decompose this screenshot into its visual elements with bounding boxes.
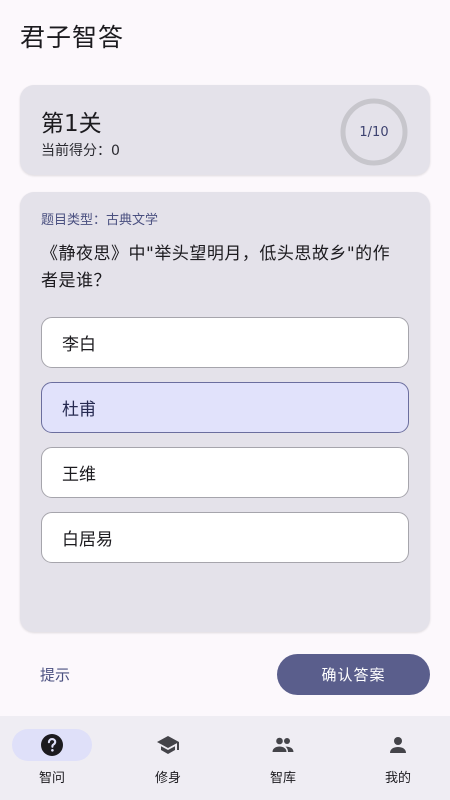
question-text: 《静夜思》中"举头望明月，低头思故乡"的作者是谁？ (41, 244, 391, 291)
person-icon (390, 737, 406, 753)
bottom-nav: 智问 修身 智库 我的 (0, 716, 450, 800)
progress-ring: 1/10 (340, 98, 408, 166)
confirm-answer-button[interactable]: 确认答案 (277, 654, 430, 695)
question-type-value: 古典文学 (106, 213, 159, 228)
nav-item-wode[interactable]: 我的 (342, 716, 450, 800)
question-type-label: 题目类型： (41, 213, 107, 228)
app-title: 君子智答 (20, 23, 125, 52)
nav-label: 修身 (154, 771, 181, 786)
hint-button[interactable]: 提示 (40, 664, 70, 685)
nav-label: 智问 (38, 771, 65, 786)
nav-label: 我的 (384, 771, 411, 786)
level-title: 第1关 (41, 111, 102, 137)
question-type: 题目类型：古典文学 (41, 209, 158, 228)
graduation-cap-icon (157, 736, 179, 754)
option-li-bai[interactable]: 李白 (41, 317, 409, 368)
option-label: 王维 (62, 465, 96, 485)
nav-item-zhiwen[interactable]: 智问 (0, 716, 108, 800)
people-icon (272, 737, 294, 752)
option-wang-wei[interactable]: 王维 (41, 447, 409, 498)
nav-item-xiushen[interactable]: 修身 (112, 716, 224, 800)
option-label: 白居易 (62, 530, 113, 550)
score-label: 当前得分： (41, 143, 111, 159)
nav-item-zhiku[interactable]: 智库 (227, 716, 339, 800)
option-label: 李白 (62, 335, 96, 355)
nav-label: 智库 (269, 771, 296, 786)
help-circle-icon (41, 734, 63, 756)
question-card: 题目类型：古典文学 《静夜思》中"举头望明月，低头思故乡"的作者是谁？ 李白 杜… (20, 192, 430, 632)
option-du-fu[interactable]: 杜甫 (41, 382, 409, 433)
level-card: 第1关 当前得分：0 1/10 (20, 85, 430, 175)
score-value: 0 (111, 143, 120, 159)
option-bai-juyi[interactable]: 白居易 (41, 512, 409, 563)
progress-text: 1/10 (359, 124, 389, 140)
score-row: 当前得分：0 (41, 140, 120, 160)
app-screen: 君子智答 第1关 当前得分：0 1/10 题目类型：古典文学 《静夜思》中"举头… (0, 0, 450, 800)
option-label: 杜甫 (62, 400, 96, 420)
